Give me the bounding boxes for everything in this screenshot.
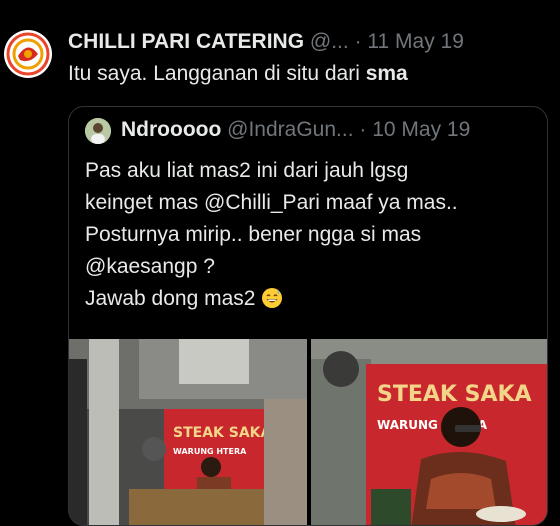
quoted-avatar[interactable]	[85, 118, 111, 144]
right-sign-line1: STEAK SAKA	[377, 382, 532, 407]
media-gallery: STEAK SAKAU WARUNG HTERA STEAK SAKA WARU…	[69, 339, 547, 525]
handle[interactable]: @...	[310, 30, 349, 53]
photo-left[interactable]: STEAK SAKAU WARUNG HTERA	[69, 339, 307, 525]
quoted-date[interactable]: 10 May 19	[372, 118, 470, 141]
quoted-tweet[interactable]: Ndrooooo @IndraGun... · 10 May 19 Pas ak…	[68, 106, 548, 526]
tweet-header: CHILLI PARI CATERING @... · 11 May 19	[68, 30, 548, 58]
left-sign-line2: WARUNG HTERA	[173, 447, 247, 456]
quoted-header: Ndrooooo @IndraGun... · 10 May 19	[121, 118, 541, 142]
tweet-date[interactable]: 11 May 19	[367, 30, 464, 53]
quoted-text: Pas aku liat mas2 ini dari jauh lgsg kei…	[85, 155, 535, 319]
chilli-pari-avatar[interactable]	[4, 30, 52, 78]
tweet-text-plain: Itu saya. Langganan di situ dari	[68, 62, 366, 85]
quoted-display-name[interactable]: Ndrooooo	[121, 118, 221, 141]
tweet[interactable]: CHILLI PARI CATERING @... · 11 May 19 It…	[0, 0, 560, 526]
photo-right[interactable]: STEAK SAKA WARUNG HTERA	[311, 339, 547, 525]
display-name[interactable]: CHILLI PARI CATERING	[68, 30, 304, 53]
quoted-handle[interactable]: @IndraGun...	[227, 118, 353, 141]
separator-dot: ·	[354, 30, 362, 53]
quoted-separator-dot: ·	[359, 118, 367, 141]
tweet-text: Itu saya. Langganan di situ dari sma	[68, 60, 548, 88]
grinning-sweat-emoji	[261, 287, 283, 319]
tweet-text-bold: sma	[365, 62, 408, 85]
